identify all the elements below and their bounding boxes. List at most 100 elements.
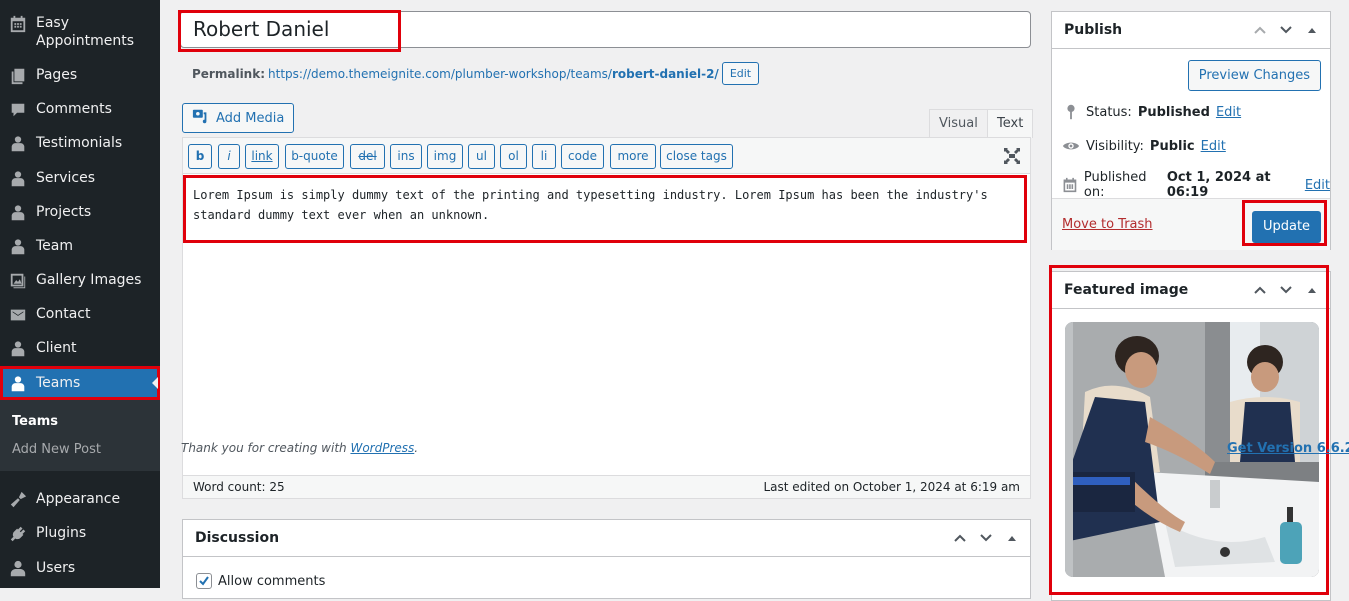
user-icon	[0, 559, 36, 578]
publish-controls	[1252, 22, 1320, 38]
discussion-title: Discussion	[195, 530, 280, 546]
add-media-label: Add Media	[216, 110, 285, 126]
qt-del-button[interactable]: del	[350, 144, 385, 169]
person-icon	[0, 374, 36, 393]
published-value: Oct 1, 2024 at 06:19	[1166, 170, 1271, 200]
published-on-row: Published on: Oct 1, 2024 at 06:19 Edit	[1062, 170, 1330, 200]
permalink-slug: robert-daniel-2/	[611, 66, 719, 81]
post-content-textarea[interactable]: Lorem Ipsum is simply dummy text of the …	[193, 185, 1013, 225]
get-version-link[interactable]: Get Version 6.6.2	[1227, 441, 1349, 456]
plug-icon	[0, 524, 36, 543]
publish-title: Publish	[1064, 22, 1123, 38]
discussion-box: Discussion Allow comments	[182, 519, 1031, 599]
move-to-trash-link[interactable]: Move to Trash	[1062, 217, 1153, 232]
fullscreen-icon[interactable]	[1004, 148, 1020, 164]
person-icon	[0, 203, 36, 222]
qt-ul-button[interactable]: ul	[468, 144, 495, 169]
editor-status-bar: Word count: 25 Last edited on October 1,…	[182, 475, 1031, 499]
sidebar-item-contact[interactable]: Contact	[0, 305, 160, 324]
post-title-input[interactable]	[191, 16, 791, 42]
permalink-row: Permalink: https://demo.themeignite.com/…	[192, 62, 760, 85]
discussion-controls	[952, 530, 1020, 546]
person-icon	[0, 134, 36, 153]
discussion-header: Discussion	[183, 520, 1030, 557]
featured-title: Featured image	[1064, 282, 1189, 298]
person-icon	[0, 169, 36, 188]
move-down-icon[interactable]	[978, 530, 994, 546]
qt-bquote-button[interactable]: b-quote	[285, 144, 344, 169]
sidebar-item-client[interactable]: Client	[0, 339, 160, 358]
publish-header: Publish	[1052, 12, 1330, 49]
permalink-base: https://demo.themeignite.com/plumber-wor…	[268, 66, 612, 81]
qt-ol-button[interactable]: ol	[500, 144, 527, 169]
sidebar-item-easy-appointments[interactable]: Easy Appointments	[0, 14, 160, 50]
visibility-edit-link[interactable]: Edit	[1201, 139, 1226, 154]
thanks-period: .	[414, 441, 419, 455]
admin-sidebar: Easy Appointments Pages Comments Testimo…	[0, 0, 160, 588]
pages-icon	[0, 66, 36, 85]
status-row: Status: Published Edit	[1062, 103, 1241, 121]
preview-changes-button[interactable]: Preview Changes	[1187, 60, 1321, 91]
permalink-link[interactable]: https://demo.themeignite.com/plumber-wor…	[268, 67, 719, 81]
publish-actions: Move to Trash Update	[1052, 198, 1330, 250]
sidebar-item-services[interactable]: Services	[0, 169, 160, 188]
status-edit-link[interactable]: Edit	[1216, 105, 1241, 120]
move-up-icon[interactable]	[1252, 22, 1268, 38]
qt-li-button[interactable]: li	[532, 144, 556, 169]
word-count: Word count: 25	[193, 480, 285, 494]
visibility-row: Visibility: Public Edit	[1062, 137, 1226, 155]
sidebar-item-appearance[interactable]: Appearance	[0, 490, 160, 509]
move-up-icon[interactable]	[1252, 282, 1268, 298]
qt-link-button[interactable]: link	[245, 144, 279, 169]
published-label: Published on:	[1083, 170, 1147, 200]
toggle-panel-icon[interactable]	[1304, 22, 1320, 38]
sidebar-item-comments[interactable]: Comments	[0, 100, 160, 119]
submenu-teams[interactable]: Teams	[12, 414, 58, 429]
qt-close-tags-button[interactable]: close tags	[660, 144, 733, 169]
permalink-edit-button[interactable]: Edit	[721, 62, 760, 85]
brush-icon	[0, 490, 36, 509]
featured-header: Featured image	[1052, 272, 1330, 309]
qt-code-button[interactable]: code	[561, 144, 604, 169]
sidebar-item-testimonials[interactable]: Testimonials	[0, 134, 160, 153]
sidebar-item-gallery-images[interactable]: Gallery Images	[0, 271, 160, 290]
sidebar-item-pages[interactable]: Pages	[0, 66, 160, 85]
toggle-panel-icon[interactable]	[1304, 282, 1320, 298]
qt-italic-button[interactable]: i	[218, 144, 240, 169]
qt-more-button[interactable]: more	[610, 144, 656, 169]
featured-controls	[1252, 282, 1320, 298]
teams-submenu: Teams Add New Post	[0, 400, 160, 471]
toggle-panel-icon[interactable]	[1004, 530, 1020, 546]
gallery-icon	[0, 271, 36, 290]
person-icon	[0, 237, 36, 256]
tab-visual[interactable]: Visual	[929, 109, 988, 138]
allow-comments-label: Allow comments	[218, 573, 326, 589]
sidebar-item-team[interactable]: Team	[0, 237, 160, 256]
sidebar-item-projects[interactable]: Projects	[0, 203, 160, 222]
eye-icon	[1062, 142, 1080, 150]
featured-image-box: Featured image	[1051, 271, 1331, 601]
move-down-icon[interactable]	[1278, 22, 1294, 38]
sidebar-item-teams[interactable]: Teams	[0, 366, 160, 400]
update-button[interactable]: Update	[1252, 211, 1321, 243]
published-edit-link[interactable]: Edit	[1305, 178, 1330, 193]
sidebar-item-plugins[interactable]: Plugins	[0, 524, 160, 543]
qt-bold-button[interactable]: b	[188, 144, 212, 169]
move-down-icon[interactable]	[1278, 282, 1294, 298]
qt-img-button[interactable]: img	[427, 144, 463, 169]
post-title-field[interactable]	[180, 11, 1031, 48]
submenu-add-new-post[interactable]: Add New Post	[12, 442, 101, 457]
visibility-value: Public	[1149, 138, 1195, 154]
qt-ins-button[interactable]: ins	[390, 144, 422, 169]
allow-comments-checkbox[interactable]	[196, 573, 212, 589]
sidebar-item-users[interactable]: Users	[0, 559, 160, 578]
move-up-icon[interactable]	[952, 530, 968, 546]
calendar-icon	[1063, 177, 1077, 193]
tab-text[interactable]: Text	[987, 109, 1034, 138]
quicktags-toolbar: b i link b-quote del ins img ul ol li co…	[183, 138, 1030, 174]
add-media-button[interactable]: Add Media	[182, 103, 295, 133]
comment-icon	[0, 100, 36, 119]
current-menu-arrow	[152, 377, 158, 389]
status-value: Published	[1137, 104, 1210, 120]
wordpress-link[interactable]: WordPress	[350, 441, 414, 455]
